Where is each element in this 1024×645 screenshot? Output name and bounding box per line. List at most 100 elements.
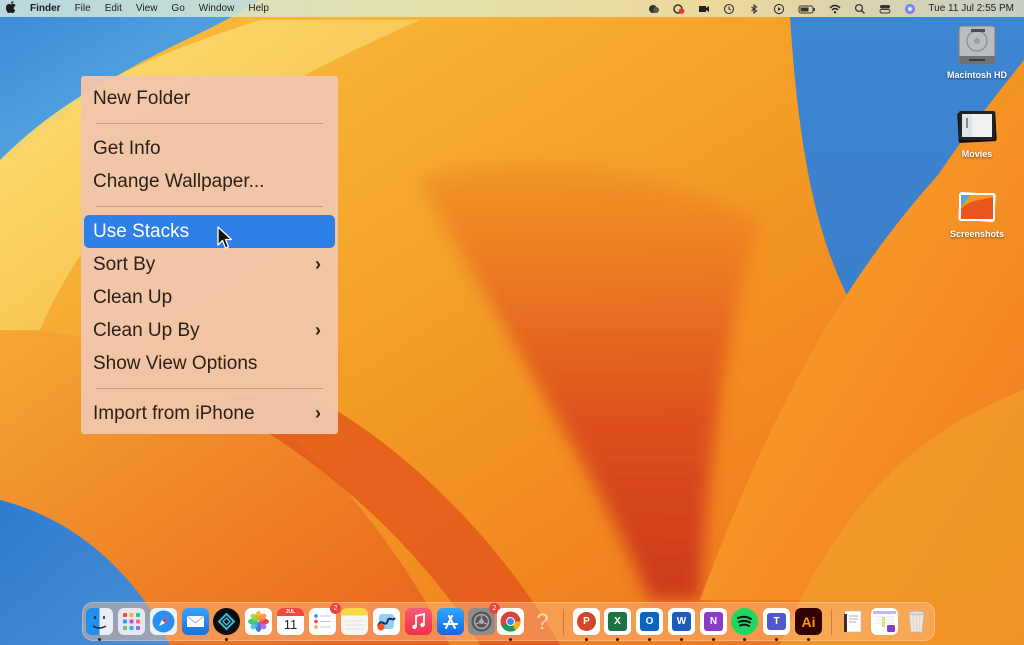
dock-trash[interactable]: [903, 608, 930, 635]
dock-separator: [831, 609, 832, 635]
running-indicator: [680, 638, 683, 641]
dock-app-music[interactable]: [405, 608, 432, 635]
siri-icon[interactable]: [904, 3, 916, 15]
menu-item-label: Use Stacks: [93, 220, 190, 242]
dock: JUL 11 2 2 ? P X O W N T Ai: [82, 602, 935, 641]
running-indicator: [509, 638, 512, 641]
trash-icon: [908, 610, 925, 633]
dock-app-notes[interactable]: [341, 608, 368, 635]
outlook-icon: O: [640, 612, 659, 631]
apple-menu-icon[interactable]: [5, 1, 18, 16]
desktop-context-menu: New Folder Get Info Change Wallpaper... …: [81, 76, 338, 434]
dock-app-launchpad[interactable]: [118, 608, 145, 635]
spotlight-search-icon[interactable]: [854, 3, 866, 15]
dock-app-finder[interactable]: [86, 608, 113, 641]
submenu-chevron-icon: ›: [315, 320, 321, 340]
dock-app-chrome[interactable]: [497, 608, 524, 641]
menu-item-change-wallpaper[interactable]: Change Wallpaper...: [84, 165, 335, 198]
creative-cloud-app-icon: [217, 612, 236, 631]
submenu-chevron-icon: ›: [315, 254, 321, 274]
desktop-icon-macintosh-hd[interactable]: Macintosh HD: [937, 24, 1017, 80]
onenote-icon: N: [704, 612, 723, 631]
menu-go[interactable]: Go: [171, 3, 184, 14]
downloads-stack-icon: [873, 611, 896, 632]
menu-item-clean-up[interactable]: Clean Up: [84, 281, 335, 314]
menu-item-import-from-iphone[interactable]: Import from iPhone ›: [84, 397, 335, 430]
teams-icon: T: [767, 613, 786, 630]
app-store-icon: [443, 615, 458, 629]
now-playing-icon[interactable]: [773, 3, 785, 15]
desktop-icon-label: Screenshots: [949, 229, 1005, 239]
screen-recorder-icon[interactable]: [673, 3, 685, 15]
illustrator-icon: Ai: [801, 613, 816, 630]
menu-item-label: Change Wallpaper...: [93, 170, 265, 192]
notes-icon: [345, 620, 364, 630]
menu-item-get-info[interactable]: Get Info: [84, 132, 335, 165]
menu-bar: Finder File Edit View Go Window Help Tue…: [0, 0, 1024, 17]
running-indicator: [98, 638, 101, 641]
menu-item-use-stacks[interactable]: Use Stacks: [84, 215, 335, 249]
dock-app-word[interactable]: W: [668, 608, 695, 641]
dock-stack-downloads[interactable]: [871, 608, 898, 635]
menu-item-show-view-options[interactable]: Show View Options: [84, 347, 335, 380]
movies-stack-icon: [956, 107, 998, 145]
dock-app-excel[interactable]: X: [604, 608, 631, 641]
wifi-icon[interactable]: [829, 3, 841, 15]
running-indicator: [616, 638, 619, 641]
desktop-icon-movies[interactable]: Movies: [937, 107, 1017, 159]
menu-separator: [96, 123, 323, 124]
running-indicator: [648, 638, 651, 641]
dock-app-app-store[interactable]: [437, 608, 464, 635]
menu-window[interactable]: Window: [199, 3, 235, 14]
menu-item-label: Sort By: [93, 253, 156, 275]
running-indicator: [743, 638, 746, 641]
video-camera-icon[interactable]: [698, 3, 710, 15]
desktop-icon-screenshots[interactable]: Screenshots: [937, 189, 1017, 239]
dock-app-powerpoint[interactable]: P: [573, 608, 600, 641]
dock-app-mail[interactable]: [182, 608, 209, 635]
menu-item-clean-up-by[interactable]: Clean Up By ›: [84, 314, 335, 347]
menu-item-sort-by[interactable]: Sort By ›: [84, 248, 335, 281]
time-machine-icon[interactable]: [723, 3, 735, 15]
dock-app-spotify[interactable]: [731, 608, 758, 641]
photos-flower-icon: [248, 611, 269, 632]
bluetooth-icon[interactable]: [748, 3, 760, 15]
dock-app-outlook[interactable]: O: [636, 608, 663, 641]
dock-separator: [563, 609, 564, 635]
menu-item-label: Get Info: [93, 137, 161, 159]
dock-app-reminders[interactable]: 2: [309, 603, 341, 635]
chrome-icon: [500, 611, 521, 632]
running-indicator: [807, 638, 810, 641]
dock-app-teams[interactable]: T: [763, 608, 790, 641]
control-center-icon[interactable]: [879, 3, 891, 15]
freeform-icon: [377, 614, 396, 631]
menu-view[interactable]: View: [136, 3, 158, 14]
menu-file[interactable]: File: [75, 3, 91, 14]
creative-cloud-icon[interactable]: [648, 3, 660, 15]
dock-app-creative-cloud[interactable]: [213, 608, 240, 641]
dock-app-unknown[interactable]: ?: [529, 608, 556, 635]
menu-item-new-folder[interactable]: New Folder: [84, 82, 335, 115]
dock-stack-documents[interactable]: [840, 608, 867, 635]
menu-edit[interactable]: Edit: [105, 3, 122, 14]
excel-icon: X: [608, 612, 627, 631]
battery-charging-icon[interactable]: [798, 3, 816, 15]
menu-item-label: Clean Up By: [93, 319, 200, 341]
menu-separator: [96, 206, 323, 207]
dock-app-onenote[interactable]: N: [700, 608, 727, 641]
desktop-icon-label: Macintosh HD: [946, 70, 1007, 80]
documents-stack-icon: [844, 610, 862, 633]
menu-app-name[interactable]: Finder: [30, 3, 61, 14]
dock-app-freeform[interactable]: [373, 608, 400, 635]
word-icon: W: [672, 612, 691, 631]
dock-app-photos[interactable]: [245, 608, 272, 635]
dock-app-illustrator[interactable]: Ai: [795, 608, 822, 641]
screenshots-stack-icon: [956, 189, 998, 225]
dock-app-calendar[interactable]: JUL 11: [277, 608, 304, 635]
question-mark-icon: ?: [536, 608, 549, 634]
running-indicator: [585, 638, 588, 641]
menu-help[interactable]: Help: [248, 3, 269, 14]
dock-app-system-settings[interactable]: 2: [468, 603, 500, 635]
menubar-clock[interactable]: Tue 11 Jul 2:55 PM: [928, 3, 1014, 14]
dock-app-safari[interactable]: [150, 608, 177, 635]
